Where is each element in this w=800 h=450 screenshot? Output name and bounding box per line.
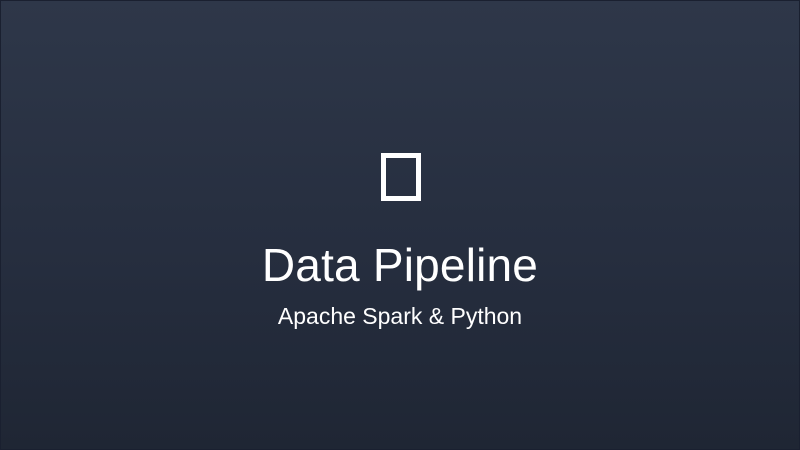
missing-glyph-icon <box>381 153 421 201</box>
page-subtitle: Apache Spark & Python <box>277 303 523 329</box>
splash-screen: Data Pipeline Apache Spark & Python <box>0 0 800 450</box>
page-title: Data Pipeline <box>261 239 539 291</box>
